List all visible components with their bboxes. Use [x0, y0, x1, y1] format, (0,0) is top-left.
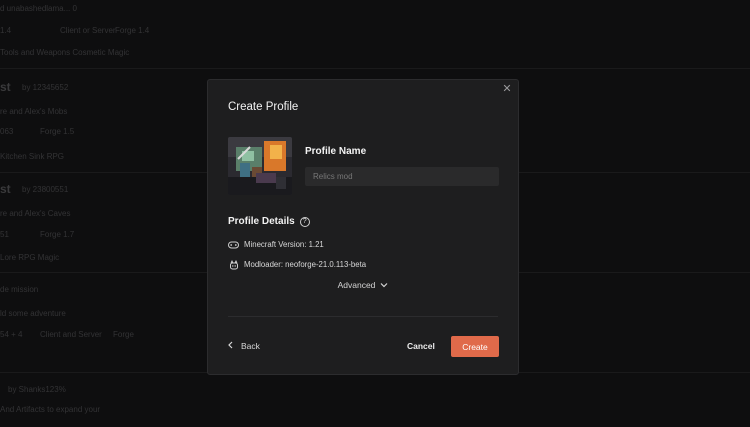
background-row-text: Client or Server [60, 26, 116, 35]
background-row: re and Alex's Caves [0, 209, 70, 218]
background-row-text: And Artifacts to expand your [0, 405, 101, 414]
background-row-text: st [0, 182, 11, 196]
background-row: 1.4 [0, 26, 11, 35]
background-row: by Shanks123% [8, 385, 66, 394]
background-row: Forge 1.4 [115, 26, 149, 35]
background-row-text: Lore RPG Magic [0, 253, 60, 262]
chevron-down-icon [380, 280, 388, 290]
background-row: d unabashedlama... 0 [0, 4, 77, 13]
background-row-text: de mission [0, 285, 39, 294]
background-row: ld some adventure [0, 309, 66, 318]
background-row-text: Forge 1.7 [40, 230, 75, 239]
background-row-text: 1.4 [0, 26, 12, 35]
back-button[interactable]: Back [228, 341, 260, 351]
background-row-text: by Shanks123% [8, 385, 66, 394]
modloader-icon [228, 259, 239, 269]
background-row: st [0, 182, 11, 196]
background-row-text: Kitchen Sink RPG [0, 152, 65, 161]
background-row-text: by 23800551 [22, 185, 69, 194]
background-row: Lore RPG Magic [0, 253, 59, 262]
back-label: Back [241, 341, 260, 351]
background-row: 51 [0, 230, 9, 239]
background-row-text: 51 [0, 230, 9, 239]
advanced-label: Advanced [337, 280, 376, 290]
background-row-text: Client and Server [40, 330, 102, 339]
footer-divider [228, 316, 498, 317]
profile-image-art [228, 137, 292, 195]
background-row: by 23800551 [22, 185, 68, 194]
profile-details-title: Profile Details [228, 216, 295, 227]
profile-image[interactable] [228, 137, 292, 195]
background-row: 063 [0, 127, 13, 136]
background-row: by 12345652 [22, 83, 68, 92]
background-row-text: st [0, 80, 11, 94]
list-divider [0, 68, 750, 69]
background-row-text: d unabashedlama... 0 [0, 4, 77, 13]
help-icon[interactable]: ? [299, 216, 310, 227]
background-row-text: re and Alex's Caves [0, 209, 71, 218]
background-row: Tools and Weapons Cosmetic Magic [0, 48, 129, 57]
background-row: st [0, 80, 11, 94]
background-row: Client and Server [40, 330, 102, 339]
profile-name-label: Profile Name [305, 146, 367, 157]
background-row-text: Forge 1.4 [115, 26, 150, 35]
background-row: Kitchen Sink RPG [0, 152, 64, 161]
background-row: de mission [0, 285, 38, 294]
background-row: re and Alex's Mobs [0, 107, 67, 116]
background-row-text: Forge [113, 330, 134, 339]
background-row: Forge [113, 330, 134, 339]
background-row-text: Forge 1.5 [40, 127, 75, 136]
background-row-text: 063 [0, 127, 14, 136]
modloader-text: Modloader: neoforge-21.0.113-beta [244, 260, 367, 269]
background-row: Client or Server [60, 26, 116, 35]
advanced-toggle[interactable]: Advanced [208, 280, 518, 290]
create-button[interactable]: Create [451, 336, 499, 357]
create-profile-dialog: ✕ Create Profile Profile Name Profile De… [207, 79, 519, 375]
modloader-row: Modloader: neoforge-21.0.113-beta [228, 259, 367, 269]
chevron-left-icon [228, 341, 233, 351]
profile-name-input[interactable] [305, 167, 499, 186]
background-row: And Artifacts to expand your [0, 405, 100, 414]
background-row-text: ld some adventure [0, 309, 66, 318]
gamepad-icon [228, 240, 239, 249]
minecraft-version-text: Minecraft Version: 1.21 [244, 240, 324, 249]
close-icon[interactable]: ✕ [501, 83, 513, 95]
profile-details-heading: Profile Details ? [228, 216, 310, 227]
minecraft-version-row: Minecraft Version: 1.21 [228, 240, 324, 249]
background-row-text: by 12345652 [22, 83, 69, 92]
background-row: Forge 1.7 [40, 230, 74, 239]
background-row-text: Tools and Weapons Cosmetic Magic [0, 48, 130, 57]
dialog-title: Create Profile [228, 101, 299, 113]
background-row-text: 54 + 4 [0, 330, 23, 339]
background-row: 54 + 4 [0, 330, 22, 339]
background-row: Forge 1.5 [40, 127, 74, 136]
cancel-button[interactable]: Cancel [407, 341, 435, 351]
background-row-text: re and Alex's Mobs [0, 107, 68, 116]
